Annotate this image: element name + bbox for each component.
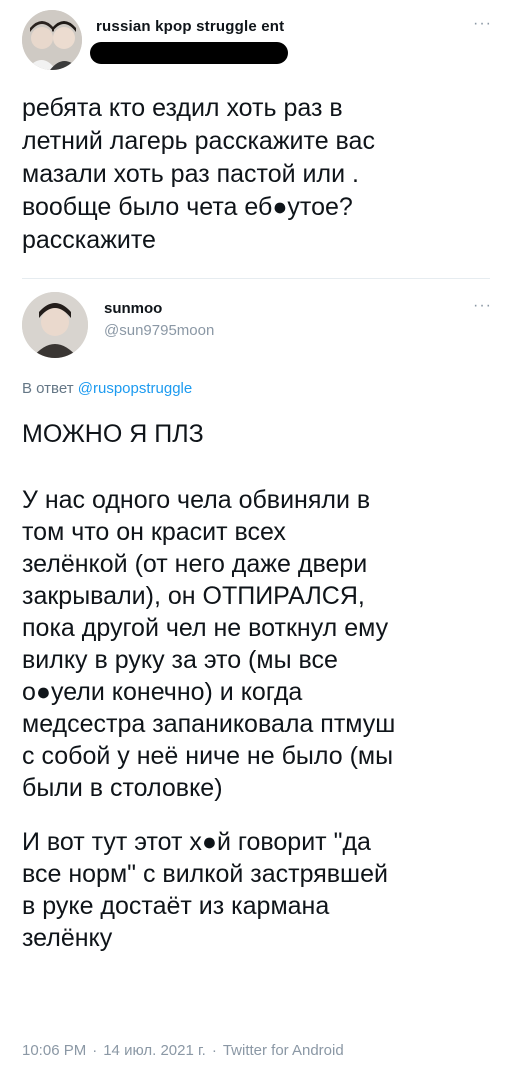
reply-author-handle[interactable]: @sun9795moon <box>104 322 214 339</box>
tweet-source[interactable]: Twitter for Android <box>223 1042 344 1059</box>
avatar-photo-icon <box>22 292 88 358</box>
tweet-metadata: 10:06 PM · 14 июл. 2021 г. · Twitter for And… <box>22 1042 344 1059</box>
reply-tweet-header: sunmoo @sun9795moon ··· <box>22 292 492 362</box>
original-tweet-text: ребята кто ездил хоть раз в летний лагер… <box>22 94 375 254</box>
original-author-avatar[interactable] <box>22 10 82 70</box>
reply-paragraph: МОЖНО Я ПЛЗ <box>22 420 204 448</box>
more-options-icon[interactable]: ··· <box>473 16 492 32</box>
in-reply-to-link[interactable]: @ruspopstruggle <box>78 380 192 397</box>
divider <box>22 278 490 279</box>
more-options-icon[interactable]: ··· <box>473 298 492 314</box>
redacted-handle <box>90 42 288 64</box>
reply-author-avatar[interactable] <box>22 292 88 358</box>
in-reply-prefix: В ответ <box>22 380 74 397</box>
reply-paragraph: И вот тут этот х●й говорит "да все норм"… <box>22 828 388 952</box>
tweet-date[interactable]: 14 июл. 2021 г. <box>103 1042 206 1059</box>
avatar-photo-icon <box>22 10 82 70</box>
tweet-screenshot: russian kpop struggle ent ··· ребята кто… <box>0 0 512 1080</box>
meta-separator: · <box>211 1042 217 1059</box>
tweet-time[interactable]: 10:06 PM <box>22 1042 86 1059</box>
in-reply-to-line: В ответ @ruspopstruggle <box>22 380 192 397</box>
original-author-name[interactable]: russian kpop struggle ent <box>96 18 284 35</box>
reply-tweet-text: МОЖНО Я ПЛЗ У нас одного чела обвиняли в… <box>22 418 492 954</box>
meta-separator: · <box>92 1042 98 1059</box>
reply-author-name[interactable]: sunmoo <box>104 300 162 317</box>
original-tweet-header: russian kpop struggle ent ··· <box>22 8 492 78</box>
reply-paragraph: У нас одного чела обвиняли в том что он … <box>22 486 396 802</box>
